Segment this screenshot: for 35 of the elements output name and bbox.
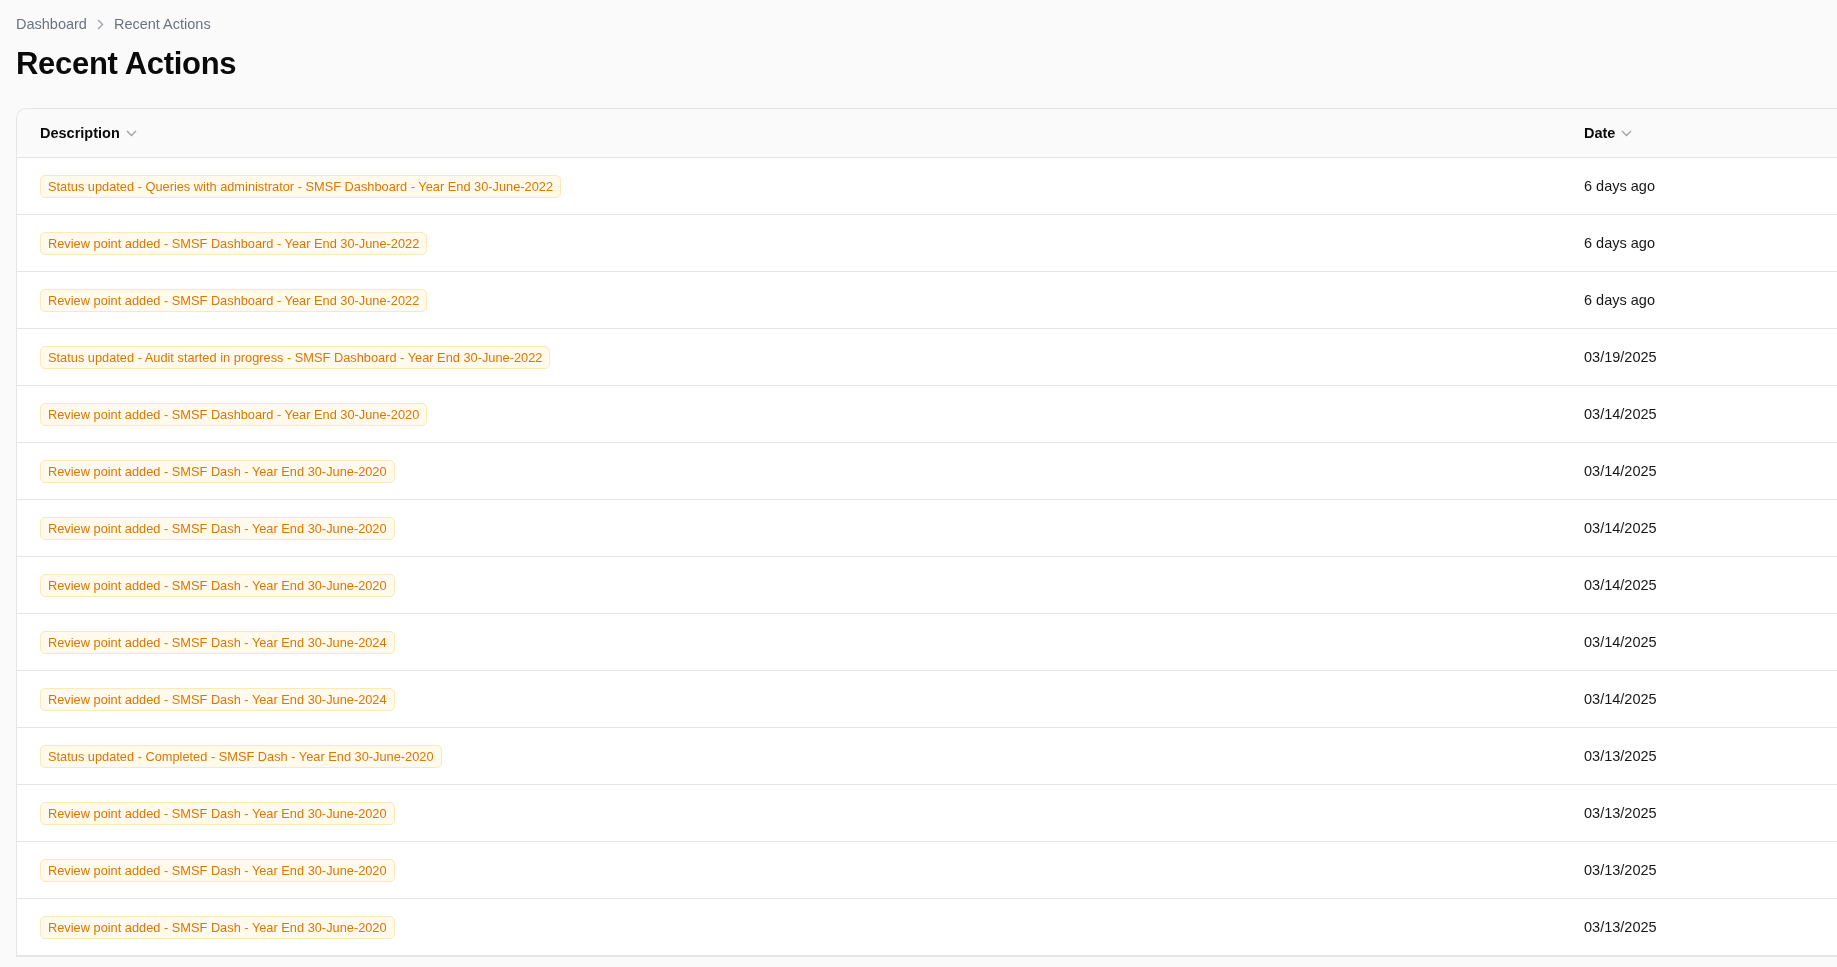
action-tag: Review point added - SMSF Dash - Year End 30-June-2024 [40, 630, 395, 654]
action-tag: Review point added - SMSF Dash - Year End 30-June-2020 [40, 858, 395, 882]
date-text: 03/19/2025 [1584, 349, 1657, 365]
chevron-down-icon [1621, 129, 1633, 137]
date-text: 6 days ago [1584, 292, 1655, 308]
date-text: 03/13/2025 [1584, 805, 1657, 821]
date-text: 03/14/2025 [1584, 520, 1657, 536]
date-text: 03/14/2025 [1584, 406, 1657, 422]
date-text: 03/13/2025 [1584, 748, 1657, 764]
chevron-right-icon [96, 18, 104, 30]
action-tag: Status updated - Queries with administrator - SMSF Dashboard - Year End 30-June-2022 [40, 174, 562, 198]
action-tag: Review point added - SMSF Dashboard - Year End 30-June-2022 [40, 231, 428, 255]
action-tag: Status updated - Audit started in progress - SMSF Dashboard - Year End 30-June-2022 [40, 345, 551, 369]
chevron-down-icon [125, 129, 137, 137]
breadcrumb-link[interactable]: Dashboard [16, 16, 87, 32]
action-tag: Review point added - SMSF Dashboard - Year End 30-June-2020 [40, 402, 428, 426]
date-text: 6 days ago [1584, 178, 1655, 194]
action-tag: Review point added - SMSF Dash - Year End 30-June-2020 [40, 915, 395, 939]
date-text: 03/14/2025 [1584, 463, 1657, 479]
date-text: 03/13/2025 [1584, 919, 1657, 935]
action-tag: Review point added - SMSF Dash - Year End 30-June-2020 [40, 573, 395, 597]
date-text: 6 days ago [1584, 235, 1655, 251]
date-text: 03/14/2025 [1584, 691, 1657, 707]
column-header[interactable]: Date [1584, 125, 1633, 141]
action-tag: Review point added - SMSF Dash - Year End 30-June-2024 [40, 687, 395, 711]
date-text: 03/14/2025 [1584, 577, 1657, 593]
action-tag: Review point added - SMSF Dash - Year End 30-June-2020 [40, 801, 395, 825]
action-tag: Status updated - Completed - SMSF Dash - Year End 30-June-2020 [40, 744, 442, 768]
action-tag: Review point added - SMSF Dash - Year End 30-June-2020 [40, 516, 395, 540]
action-tag: Review point added - SMSF Dash - Year End 30-June-2020 [40, 459, 395, 483]
date-text: 03/13/2025 [1584, 862, 1657, 878]
page-title: Recent Actions [16, 46, 238, 82]
column-header[interactable]: Description [40, 125, 137, 141]
action-tag: Review point added - SMSF Dashboard - Year End 30-June-2022 [40, 288, 428, 312]
date-text: 03/14/2025 [1584, 634, 1657, 650]
